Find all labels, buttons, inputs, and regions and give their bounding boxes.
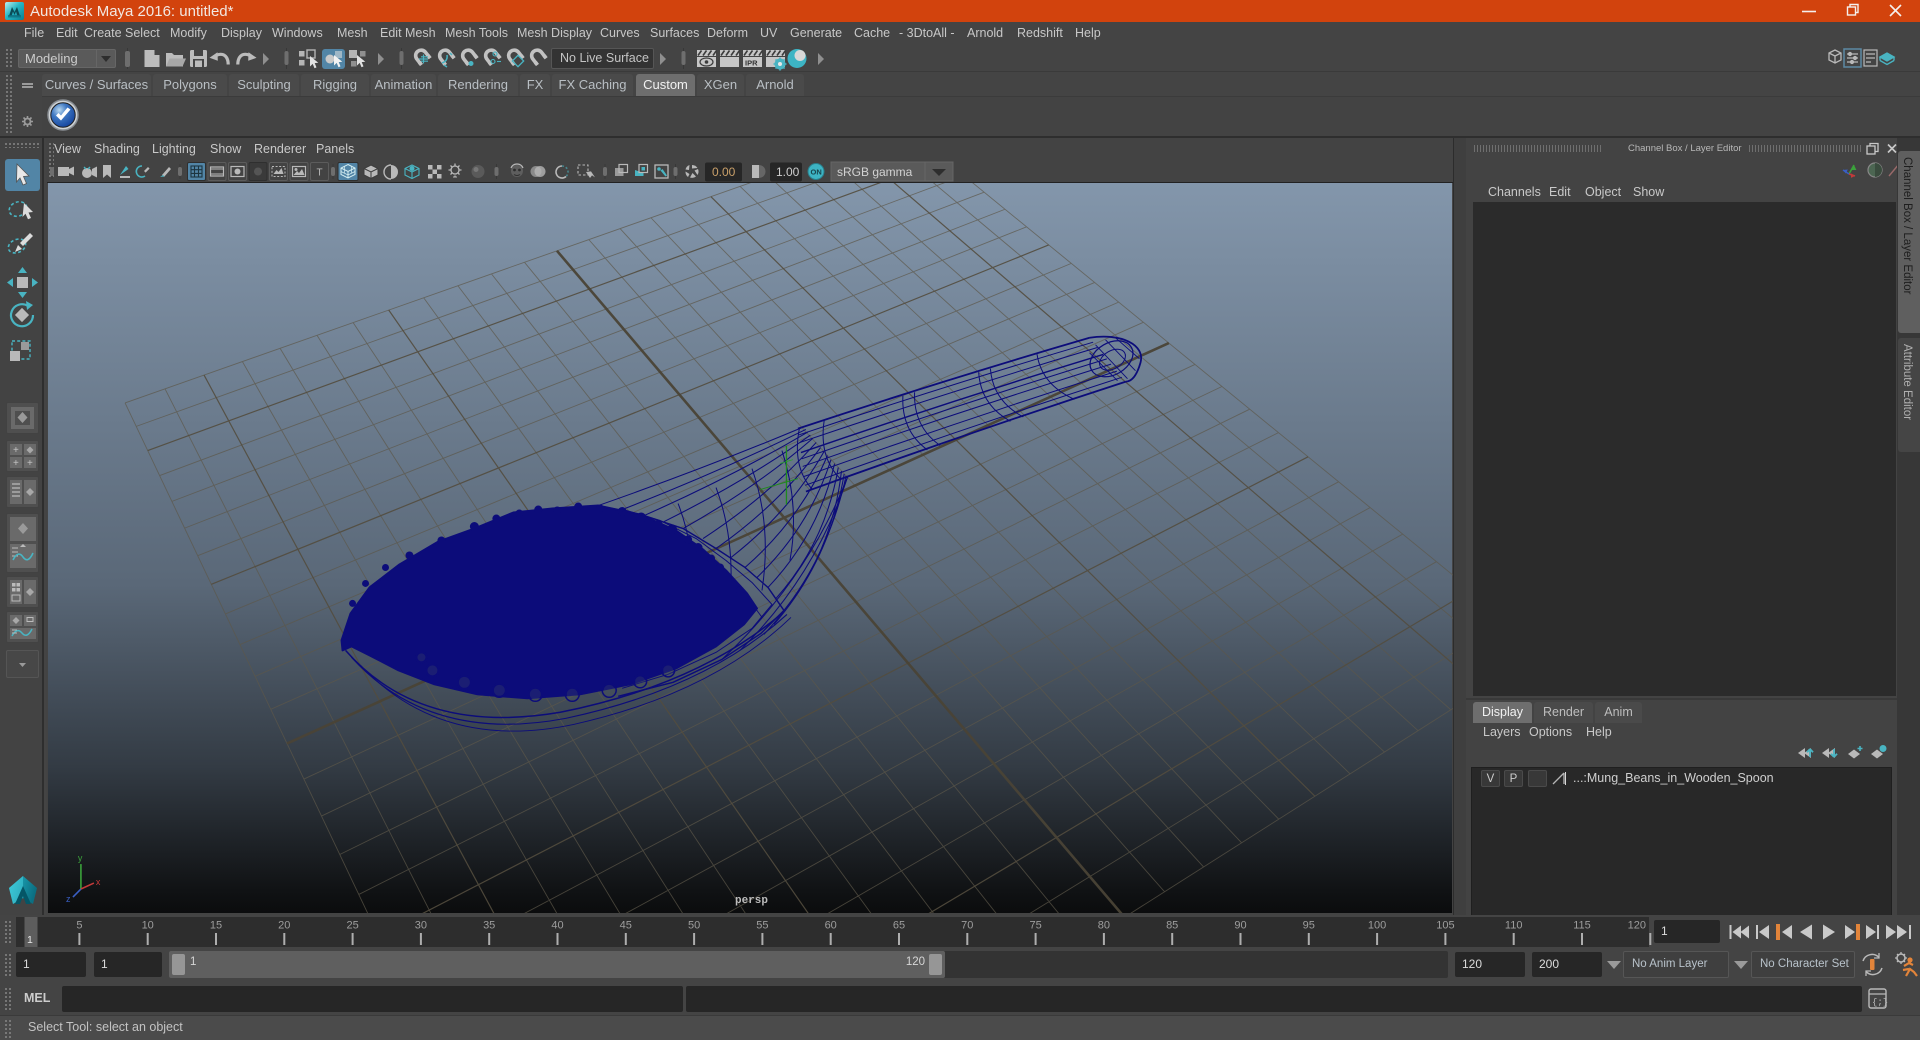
svg-text:65: 65	[893, 920, 905, 932]
svg-text:45: 45	[620, 920, 632, 932]
svg-text:sRGB gamma: sRGB gamma	[837, 165, 913, 179]
svg-text:90: 90	[1234, 920, 1246, 932]
svg-text:25: 25	[346, 920, 358, 932]
svg-text:IPR: IPR	[745, 59, 758, 68]
svg-text:115: 115	[1573, 920, 1591, 932]
svg-text:30: 30	[415, 920, 427, 932]
svg-text:120: 120	[1628, 920, 1646, 932]
svg-text:T: T	[317, 168, 323, 179]
svg-text:+: +	[13, 445, 19, 456]
svg-text:{;}: {;}	[1872, 998, 1888, 1008]
svg-text:15: 15	[210, 920, 222, 932]
svg-text:persp: persp	[735, 895, 768, 907]
svg-text:20: 20	[278, 920, 290, 932]
svg-text:110: 110	[1505, 920, 1523, 932]
svg-text:40: 40	[551, 920, 563, 932]
svg-text:60: 60	[825, 920, 837, 932]
svg-text:1.00: 1.00	[776, 165, 800, 179]
svg-text:55: 55	[756, 920, 768, 932]
svg-text:5: 5	[76, 920, 82, 932]
svg-text:70: 70	[961, 920, 973, 932]
svg-text:10: 10	[142, 920, 154, 932]
svg-text:x: x	[96, 877, 101, 887]
svg-text:80: 80	[1098, 920, 1110, 932]
svg-text:+: +	[13, 458, 19, 469]
svg-text:0.00: 0.00	[712, 165, 736, 179]
svg-text:z: z	[66, 894, 71, 904]
svg-text:ON: ON	[811, 168, 822, 177]
svg-text:95: 95	[1303, 920, 1315, 932]
svg-text:1: 1	[27, 934, 33, 946]
svg-text:75: 75	[1029, 920, 1041, 932]
svg-text:100: 100	[1368, 920, 1386, 932]
svg-text:85: 85	[1166, 920, 1178, 932]
svg-text:50: 50	[688, 920, 700, 932]
svg-text:35: 35	[483, 920, 495, 932]
svg-text:+: +	[27, 458, 33, 469]
svg-text:y: y	[78, 853, 83, 863]
svg-text:105: 105	[1436, 920, 1454, 932]
